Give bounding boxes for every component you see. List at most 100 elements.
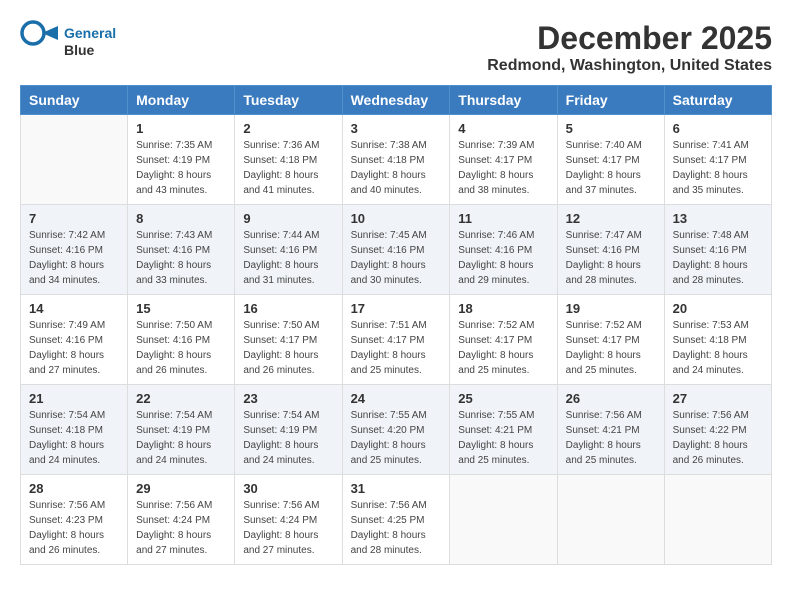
- day-info: Sunrise: 7:43 AMSunset: 4:16 PMDaylight:…: [136, 228, 226, 288]
- table-row: 18 Sunrise: 7:52 AMSunset: 4:17 PMDaylig…: [450, 295, 557, 385]
- table-row: 9 Sunrise: 7:44 AMSunset: 4:16 PMDayligh…: [235, 205, 342, 295]
- table-row: 12 Sunrise: 7:47 AMSunset: 4:16 PMDaylig…: [557, 205, 664, 295]
- day-info: Sunrise: 7:54 AMSunset: 4:19 PMDaylight:…: [243, 408, 333, 468]
- day-info: Sunrise: 7:53 AMSunset: 4:18 PMDaylight:…: [673, 318, 763, 378]
- table-row: 3 Sunrise: 7:38 AMSunset: 4:18 PMDayligh…: [342, 115, 450, 205]
- header-wednesday: Wednesday: [342, 86, 450, 115]
- day-number: 16: [243, 301, 333, 316]
- title-section: December 2025 Redmond, Washington, Unite…: [487, 20, 772, 75]
- header-thursday: Thursday: [450, 86, 557, 115]
- table-row: [450, 475, 557, 565]
- table-row: 20 Sunrise: 7:53 AMSunset: 4:18 PMDaylig…: [664, 295, 771, 385]
- table-row: 25 Sunrise: 7:55 AMSunset: 4:21 PMDaylig…: [450, 385, 557, 475]
- day-info: Sunrise: 7:55 AMSunset: 4:21 PMDaylight:…: [458, 408, 548, 468]
- day-info: Sunrise: 7:40 AMSunset: 4:17 PMDaylight:…: [566, 138, 656, 198]
- table-row: 7 Sunrise: 7:42 AMSunset: 4:16 PMDayligh…: [21, 205, 128, 295]
- day-number: 14: [29, 301, 119, 316]
- table-row: 11 Sunrise: 7:46 AMSunset: 4:16 PMDaylig…: [450, 205, 557, 295]
- day-number: 15: [136, 301, 226, 316]
- table-row: 17 Sunrise: 7:51 AMSunset: 4:17 PMDaylig…: [342, 295, 450, 385]
- month-title: December 2025: [487, 20, 772, 57]
- day-number: 3: [351, 121, 442, 136]
- logo-text: General Blue: [64, 25, 116, 59]
- calendar-week-row: 14 Sunrise: 7:49 AMSunset: 4:16 PMDaylig…: [21, 295, 772, 385]
- day-number: 2: [243, 121, 333, 136]
- header-monday: Monday: [128, 86, 235, 115]
- table-row: 4 Sunrise: 7:39 AMSunset: 4:17 PMDayligh…: [450, 115, 557, 205]
- day-info: Sunrise: 7:36 AMSunset: 4:18 PMDaylight:…: [243, 138, 333, 198]
- day-info: Sunrise: 7:48 AMSunset: 4:16 PMDaylight:…: [673, 228, 763, 288]
- calendar-week-row: 28 Sunrise: 7:56 AMSunset: 4:23 PMDaylig…: [21, 475, 772, 565]
- day-info: Sunrise: 7:49 AMSunset: 4:16 PMDaylight:…: [29, 318, 119, 378]
- table-row: 21 Sunrise: 7:54 AMSunset: 4:18 PMDaylig…: [21, 385, 128, 475]
- day-info: Sunrise: 7:54 AMSunset: 4:19 PMDaylight:…: [136, 408, 226, 468]
- day-info: Sunrise: 7:54 AMSunset: 4:18 PMDaylight:…: [29, 408, 119, 468]
- day-info: Sunrise: 7:56 AMSunset: 4:22 PMDaylight:…: [673, 408, 763, 468]
- table-row: 26 Sunrise: 7:56 AMSunset: 4:21 PMDaylig…: [557, 385, 664, 475]
- day-number: 30: [243, 481, 333, 496]
- day-number: 17: [351, 301, 442, 316]
- day-info: Sunrise: 7:51 AMSunset: 4:17 PMDaylight:…: [351, 318, 442, 378]
- table-row: 8 Sunrise: 7:43 AMSunset: 4:16 PMDayligh…: [128, 205, 235, 295]
- day-info: Sunrise: 7:44 AMSunset: 4:16 PMDaylight:…: [243, 228, 333, 288]
- day-info: Sunrise: 7:56 AMSunset: 4:25 PMDaylight:…: [351, 498, 442, 558]
- table-row: 1 Sunrise: 7:35 AMSunset: 4:19 PMDayligh…: [128, 115, 235, 205]
- day-info: Sunrise: 7:56 AMSunset: 4:23 PMDaylight:…: [29, 498, 119, 558]
- table-row: 30 Sunrise: 7:56 AMSunset: 4:24 PMDaylig…: [235, 475, 342, 565]
- day-number: 28: [29, 481, 119, 496]
- calendar-week-row: 1 Sunrise: 7:35 AMSunset: 4:19 PMDayligh…: [21, 115, 772, 205]
- header-sunday: Sunday: [21, 86, 128, 115]
- table-row: 16 Sunrise: 7:50 AMSunset: 4:17 PMDaylig…: [235, 295, 342, 385]
- table-row: 27 Sunrise: 7:56 AMSunset: 4:22 PMDaylig…: [664, 385, 771, 475]
- table-row: 10 Sunrise: 7:45 AMSunset: 4:16 PMDaylig…: [342, 205, 450, 295]
- day-number: 26: [566, 391, 656, 406]
- logo: General Blue: [20, 20, 116, 63]
- day-number: 21: [29, 391, 119, 406]
- calendar-week-row: 7 Sunrise: 7:42 AMSunset: 4:16 PMDayligh…: [21, 205, 772, 295]
- day-info: Sunrise: 7:38 AMSunset: 4:18 PMDaylight:…: [351, 138, 442, 198]
- header: General Blue December 2025 Redmond, Wash…: [20, 20, 772, 75]
- day-number: 7: [29, 211, 119, 226]
- day-info: Sunrise: 7:56 AMSunset: 4:24 PMDaylight:…: [243, 498, 333, 558]
- day-number: 24: [351, 391, 442, 406]
- header-saturday: Saturday: [664, 86, 771, 115]
- day-number: 12: [566, 211, 656, 226]
- table-row: 23 Sunrise: 7:54 AMSunset: 4:19 PMDaylig…: [235, 385, 342, 475]
- day-info: Sunrise: 7:56 AMSunset: 4:24 PMDaylight:…: [136, 498, 226, 558]
- header-friday: Friday: [557, 86, 664, 115]
- day-number: 5: [566, 121, 656, 136]
- day-info: Sunrise: 7:47 AMSunset: 4:16 PMDaylight:…: [566, 228, 656, 288]
- day-number: 27: [673, 391, 763, 406]
- table-row: [21, 115, 128, 205]
- table-row: 13 Sunrise: 7:48 AMSunset: 4:16 PMDaylig…: [664, 205, 771, 295]
- table-row: 29 Sunrise: 7:56 AMSunset: 4:24 PMDaylig…: [128, 475, 235, 565]
- day-info: Sunrise: 7:46 AMSunset: 4:16 PMDaylight:…: [458, 228, 548, 288]
- day-number: 29: [136, 481, 226, 496]
- table-row: [557, 475, 664, 565]
- calendar-week-row: 21 Sunrise: 7:54 AMSunset: 4:18 PMDaylig…: [21, 385, 772, 475]
- table-row: 6 Sunrise: 7:41 AMSunset: 4:17 PMDayligh…: [664, 115, 771, 205]
- day-number: 25: [458, 391, 548, 406]
- day-number: 9: [243, 211, 333, 226]
- day-number: 22: [136, 391, 226, 406]
- day-info: Sunrise: 7:56 AMSunset: 4:21 PMDaylight:…: [566, 408, 656, 468]
- table-row: 15 Sunrise: 7:50 AMSunset: 4:16 PMDaylig…: [128, 295, 235, 385]
- location-title: Redmond, Washington, United States: [487, 57, 772, 75]
- day-number: 31: [351, 481, 442, 496]
- day-number: 13: [673, 211, 763, 226]
- calendar: Sunday Monday Tuesday Wednesday Thursday…: [20, 85, 772, 565]
- day-number: 8: [136, 211, 226, 226]
- day-number: 1: [136, 121, 226, 136]
- day-info: Sunrise: 7:35 AMSunset: 4:19 PMDaylight:…: [136, 138, 226, 198]
- table-row: 31 Sunrise: 7:56 AMSunset: 4:25 PMDaylig…: [342, 475, 450, 565]
- day-info: Sunrise: 7:45 AMSunset: 4:16 PMDaylight:…: [351, 228, 442, 288]
- day-number: 23: [243, 391, 333, 406]
- table-row: 28 Sunrise: 7:56 AMSunset: 4:23 PMDaylig…: [21, 475, 128, 565]
- calendar-header-row: Sunday Monday Tuesday Wednesday Thursday…: [21, 86, 772, 115]
- day-info: Sunrise: 7:52 AMSunset: 4:17 PMDaylight:…: [566, 318, 656, 378]
- day-number: 4: [458, 121, 548, 136]
- day-number: 10: [351, 211, 442, 226]
- day-info: Sunrise: 7:55 AMSunset: 4:20 PMDaylight:…: [351, 408, 442, 468]
- day-number: 18: [458, 301, 548, 316]
- day-info: Sunrise: 7:41 AMSunset: 4:17 PMDaylight:…: [673, 138, 763, 198]
